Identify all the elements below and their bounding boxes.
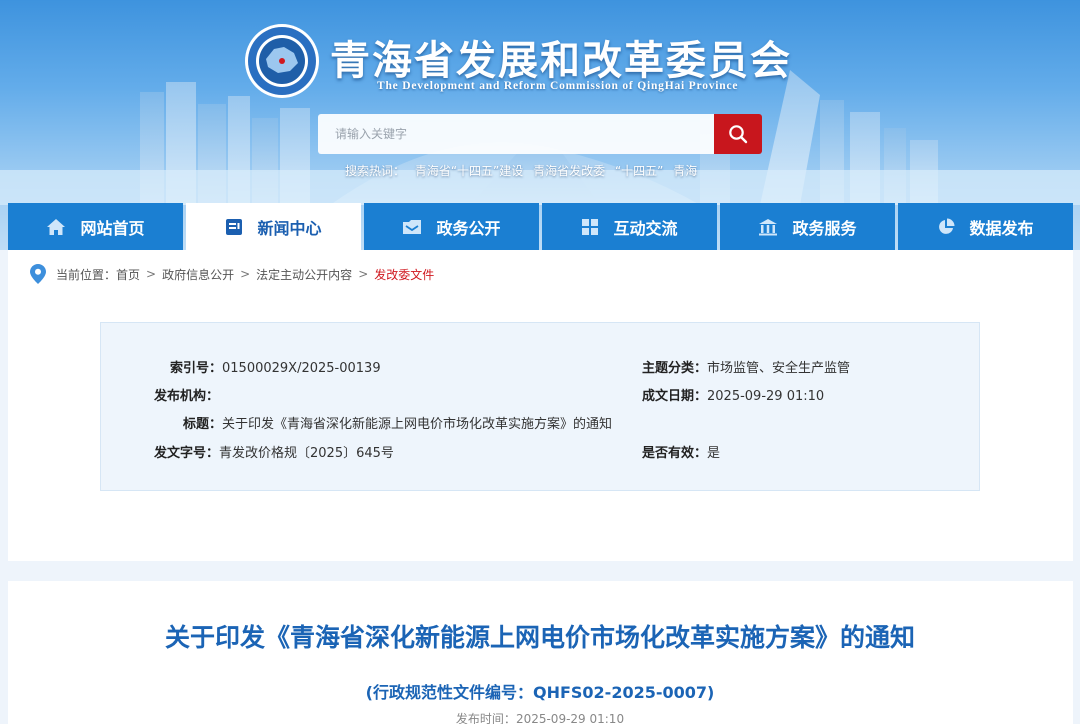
breadcrumb-separator: > <box>146 267 157 281</box>
meta-date: 成文日期：2025-09-29 01:10 <box>642 385 824 404</box>
publish-time-value: 2025-09-29 01:10 <box>515 712 625 724</box>
nav-item-label: 政务公开 <box>436 218 501 238</box>
meta-date-value: 2025-09-29 01:10 <box>707 389 825 404</box>
nav-item-news[interactable]: 新闻中心 <box>186 203 361 250</box>
search-button[interactable] <box>714 114 762 154</box>
meta-publisher-label: 发布机构： <box>154 389 220 404</box>
meta-index-value: 01500029X/2025-00139 <box>222 361 381 376</box>
hotword-link[interactable]: “十四五” <box>615 164 663 178</box>
meta-validity: 是否有效：是 <box>642 442 720 461</box>
folder-icon <box>403 219 422 234</box>
article-document-number: (行政规范性文件编号：QHFS02-2025-0007) <box>365 683 715 702</box>
hotword-link[interactable]: 青海 <box>673 164 697 178</box>
meta-docno-label: 发文字号： <box>154 446 220 461</box>
home-icon <box>47 218 66 235</box>
hotwords-label: 搜索热词： <box>345 164 406 178</box>
breadcrumb-home[interactable]: 首页 <box>116 266 140 283</box>
breadcrumb: 当前位置： 首页 > 政府信息公开 > 法定主动公开内容 > 发改委文件 <box>30 264 434 284</box>
nav-item-gov-affairs[interactable]: 政务公开 <box>364 203 539 250</box>
publish-time-label: 发布时间： <box>455 712 516 724</box>
nav-item-label: 新闻中心 <box>257 218 322 238</box>
search-bar <box>318 114 762 154</box>
meta-title-label: 标题： <box>183 417 223 432</box>
hotword-link[interactable]: 青海省“十四五”建设 <box>415 164 523 178</box>
article-title: 关于印发《青海省深化新能源上网电价市场化改革实施方案》的通知 <box>164 623 915 652</box>
news-icon <box>226 218 243 235</box>
search-icon <box>729 125 748 144</box>
meta-topic: 主题分类：市场监管、安全生产监管 <box>642 357 850 376</box>
article-publish-time: 发布时间：2025-09-29 01:10 <box>0 710 1080 724</box>
nav-item-interaction[interactable]: 互动交流 <box>542 203 717 250</box>
meta-title: 标题：关于印发《青海省深化新能源上网电价市场化改革实施方案》的通知 <box>183 413 612 432</box>
meta-index: 索引号：01500029X/2025-00139 <box>170 357 381 376</box>
commission-emblem-logo <box>245 24 319 98</box>
main-nav: 网站首页 新闻中心 政务公开 互动交流 政务服务 数据发布 <box>8 203 1073 250</box>
meta-topic-value: 市场监管、安全生产监管 <box>707 361 851 376</box>
site-subtitle: The Development and Reform Commission of… <box>377 80 739 92</box>
nav-item-label: 网站首页 <box>80 218 145 238</box>
search-hotwords: 搜索热词： 青海省“十四五”建设 青海省发改委 “十四五” 青海 <box>345 162 703 179</box>
breadcrumb-current[interactable]: 发改委文件 <box>374 266 434 283</box>
pie-chart-icon <box>939 218 955 234</box>
grid-icon <box>582 218 599 235</box>
breadcrumb-separator: > <box>358 267 369 281</box>
nav-item-label: 政务服务 <box>792 218 857 238</box>
breadcrumb-statutory-content[interactable]: 法定主动公开内容 <box>256 266 352 283</box>
nav-item-label: 互动交流 <box>613 218 678 238</box>
location-pin-icon <box>30 264 46 284</box>
search-input[interactable] <box>318 114 714 154</box>
nav-item-data[interactable]: 数据发布 <box>898 203 1073 250</box>
meta-date-label: 成文日期： <box>642 389 708 404</box>
meta-index-label: 索引号： <box>170 361 223 376</box>
nav-item-home[interactable]: 网站首页 <box>8 203 183 250</box>
building-icon <box>759 218 778 235</box>
meta-docno-value: 青发改价格规〔2025〕645号 <box>219 446 394 461</box>
document-metadata-box <box>100 322 980 491</box>
meta-title-value: 关于印发《青海省深化新能源上网电价市场化改革实施方案》的通知 <box>222 417 613 432</box>
breadcrumb-gov-info[interactable]: 政府信息公开 <box>162 266 234 283</box>
nav-item-services[interactable]: 政务服务 <box>720 203 895 250</box>
meta-validity-label: 是否有效： <box>642 446 708 461</box>
site-title: 青海省发展和改革委员会 <box>330 37 792 84</box>
meta-topic-label: 主题分类： <box>642 361 708 376</box>
breadcrumb-prefix: 当前位置： <box>56 267 117 282</box>
breadcrumb-separator: > <box>240 267 251 281</box>
meta-publisher: 发布机构： <box>154 385 219 404</box>
meta-docno: 发文字号：青发改价格规〔2025〕645号 <box>154 442 394 461</box>
meta-validity-value: 是 <box>707 446 721 461</box>
hotword-link[interactable]: 青海省发改委 <box>533 164 605 178</box>
nav-item-label: 数据发布 <box>969 218 1034 238</box>
